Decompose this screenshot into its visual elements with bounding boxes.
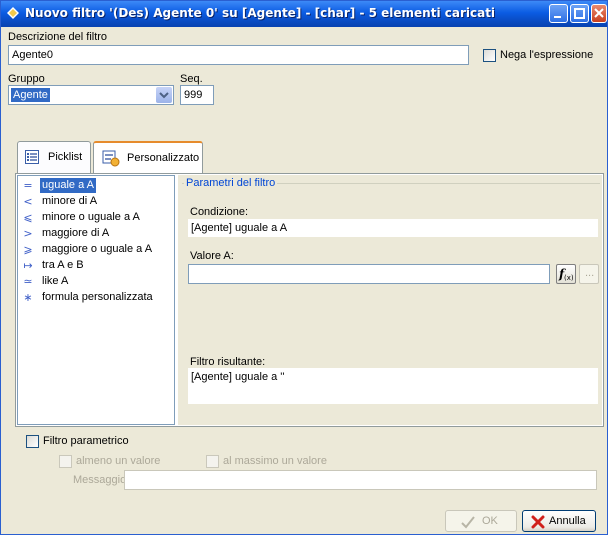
close-icon bbox=[594, 8, 604, 18]
ok-button[interactable]: OK bbox=[445, 510, 517, 532]
result-value: [Agente] uguale a '' bbox=[188, 368, 598, 404]
maximize-button[interactable] bbox=[570, 4, 589, 23]
negate-checkbox[interactable] bbox=[483, 49, 496, 62]
chevron-down-icon[interactable] bbox=[156, 87, 172, 103]
at-least-one-checkbox[interactable] bbox=[59, 455, 72, 468]
more-button-label: ... bbox=[585, 267, 595, 279]
tab-picklist-label: Picklist bbox=[48, 151, 83, 163]
diamond-icon bbox=[7, 7, 19, 19]
tab-personalizzato[interactable]: Personalizzato bbox=[93, 141, 203, 173]
maximize-icon bbox=[574, 8, 585, 19]
checkmark-icon bbox=[461, 516, 475, 529]
equals-icon: = bbox=[23, 179, 33, 192]
formula-button[interactable]: f (x) bbox=[556, 264, 576, 284]
tab-picklist[interactable]: Picklist bbox=[17, 141, 91, 173]
list-item-label: uguale a A bbox=[40, 178, 96, 193]
list-item-label: tra A e B bbox=[42, 259, 84, 271]
group-select[interactable]: Agente bbox=[8, 85, 174, 105]
filter-parameters: Parametri del filtro Condizione: [Agente… bbox=[178, 175, 602, 425]
close-x-icon bbox=[531, 515, 545, 529]
params-legend: Parametri del filtro bbox=[184, 177, 278, 189]
asterisk-icon: ∗ bbox=[23, 291, 33, 304]
more-button[interactable]: ... bbox=[579, 264, 599, 284]
parametric-checkbox[interactable] bbox=[26, 435, 39, 448]
list-item-label: maggiore o uguale a A bbox=[42, 243, 153, 255]
group-select-value: Agente bbox=[11, 88, 50, 102]
minimize-button[interactable] bbox=[549, 4, 568, 23]
seq-label: Seq. bbox=[180, 73, 203, 85]
greater-equal-icon: ⩾ bbox=[23, 243, 33, 256]
cancel-button-label: Annulla bbox=[549, 515, 586, 527]
greater-than-icon: > bbox=[23, 227, 33, 240]
operator-list[interactable]: = uguale a A < minore di A ⩽ minore o ug… bbox=[17, 175, 175, 425]
range-icon: ↦ bbox=[23, 259, 33, 272]
seq-input[interactable]: 999 bbox=[180, 85, 214, 105]
function-icon: f (x) bbox=[558, 267, 574, 282]
less-equal-icon: ⩽ bbox=[23, 211, 33, 224]
window-title: Nuovo filtro '(Des) Agente 0' su [Agente… bbox=[25, 6, 496, 20]
close-button[interactable] bbox=[591, 4, 607, 23]
less-than-icon: < bbox=[23, 195, 33, 208]
message-label: Messaggio bbox=[73, 474, 127, 486]
title-bar[interactable]: Nuovo filtro '(Des) Agente 0' su [Agente… bbox=[1, 1, 607, 27]
description-label: Descrizione del filtro bbox=[8, 31, 108, 43]
value-a-input[interactable] bbox=[188, 264, 550, 284]
description-input[interactable]: Agente0 bbox=[8, 45, 469, 65]
filter-dialog: Nuovo filtro '(Des) Agente 0' su [Agente… bbox=[0, 0, 608, 535]
at-least-one-label: almeno un valore bbox=[76, 455, 161, 467]
tab-personalizzato-label: Personalizzato bbox=[127, 152, 200, 164]
value-a-label: Valore A: bbox=[190, 250, 234, 262]
group-label: Gruppo bbox=[8, 73, 45, 85]
like-icon: ≃ bbox=[23, 275, 33, 288]
parametric-label: Filtro parametrico bbox=[43, 435, 129, 447]
at-most-one-checkbox[interactable] bbox=[206, 455, 219, 468]
message-input[interactable] bbox=[124, 470, 597, 490]
custom-filter-icon bbox=[102, 150, 120, 167]
negate-label: Nega l'espressione bbox=[500, 49, 594, 61]
cancel-button[interactable]: Annulla bbox=[522, 510, 596, 532]
condition-label: Condizione: bbox=[190, 206, 249, 218]
minimize-icon bbox=[554, 16, 561, 18]
list-item-label: minore di A bbox=[42, 195, 98, 207]
list-item-label: like A bbox=[42, 275, 69, 287]
list-item-label: formula personalizzata bbox=[42, 291, 153, 303]
at-most-one-label: al massimo un valore bbox=[223, 455, 327, 467]
list-item-label: minore o uguale a A bbox=[42, 211, 140, 223]
ok-button-label: OK bbox=[482, 515, 498, 527]
list-item-label: maggiore di A bbox=[42, 227, 110, 239]
condition-value: [Agente] uguale a A bbox=[188, 219, 598, 237]
result-label: Filtro risultante: bbox=[190, 356, 266, 368]
list-icon bbox=[25, 150, 39, 164]
svg-text:(x): (x) bbox=[564, 274, 574, 282]
